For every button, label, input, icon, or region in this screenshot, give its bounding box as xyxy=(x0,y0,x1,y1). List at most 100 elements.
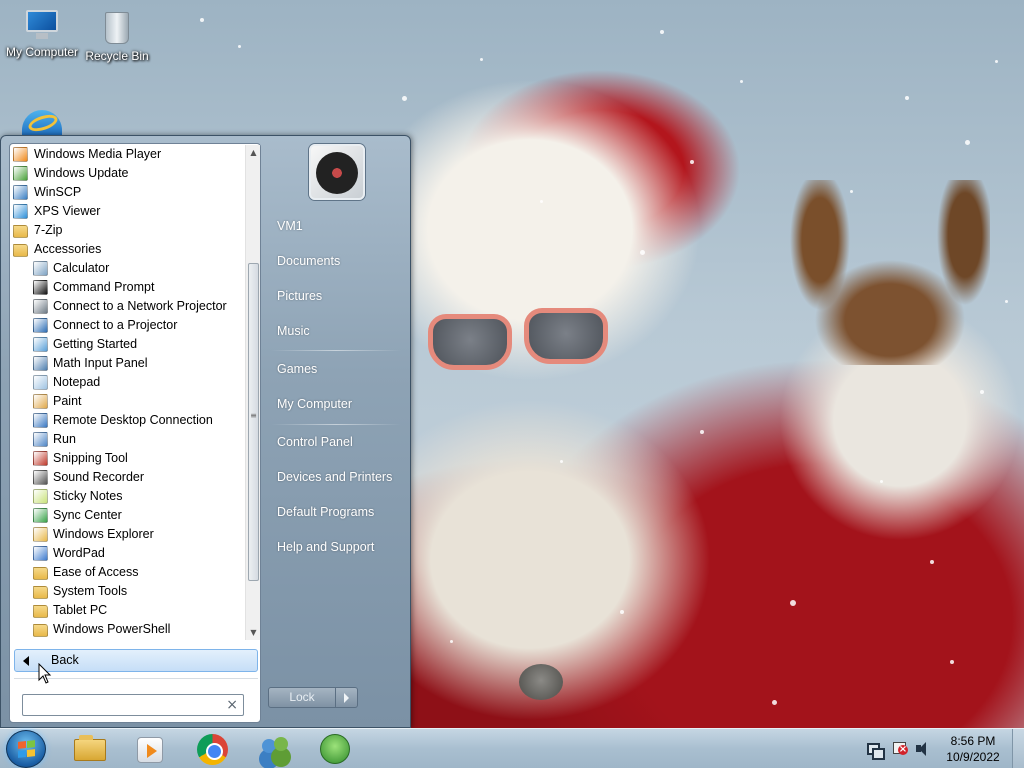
windows-update-taskbar-icon[interactable] xyxy=(318,733,352,765)
program-label: Windows Explorer xyxy=(53,527,154,541)
right-item-user-folder[interactable]: VM1 xyxy=(269,213,403,239)
right-item-devices-printers[interactable]: Devices and Printers xyxy=(269,464,403,490)
list-item[interactable]: Snipping Tool xyxy=(11,449,244,468)
list-item[interactable]: Command Prompt xyxy=(11,278,244,297)
start-button[interactable] xyxy=(6,730,46,768)
run-icon xyxy=(33,432,48,447)
grip-icon: ≡ xyxy=(250,411,257,420)
getting-started-icon xyxy=(33,337,48,352)
list-item[interactable]: Sync Center xyxy=(11,506,244,525)
command-prompt-icon xyxy=(33,280,48,295)
list-item[interactable]: System Tools xyxy=(11,582,244,601)
list-item[interactable]: 7-Zip xyxy=(11,221,244,240)
sunglasses-right-lens xyxy=(524,308,608,364)
people-taskbar-icon[interactable] xyxy=(258,733,292,765)
scroll-thumb[interactable]: ≡ xyxy=(248,263,259,581)
windows-explorer-taskbar-icon[interactable] xyxy=(73,733,107,765)
list-item[interactable]: Paint xyxy=(11,392,244,411)
list-item[interactable]: Sticky Notes xyxy=(11,487,244,506)
list-item[interactable]: Accessories xyxy=(11,240,244,259)
desktop-icon-label: Recycle Bin xyxy=(85,49,149,63)
list-item[interactable]: XPS Viewer xyxy=(11,202,244,221)
list-item[interactable]: Calculator xyxy=(11,259,244,278)
taskbar: 8:56 PM 10/9/2022 xyxy=(0,728,1024,768)
list-item[interactable]: Math Input Panel xyxy=(11,354,244,373)
right-item-games[interactable]: Games xyxy=(269,356,403,382)
search-input[interactable] xyxy=(26,697,222,713)
right-item-pictures[interactable]: Pictures xyxy=(269,283,403,309)
right-item-control-panel[interactable]: Control Panel xyxy=(269,429,403,455)
snowflake xyxy=(880,480,883,483)
recycle-bin-icon xyxy=(102,8,132,46)
program-label: Tablet PC xyxy=(53,603,108,617)
clock[interactable]: 8:56 PM 10/9/2022 xyxy=(940,733,1006,765)
snowflake xyxy=(560,460,563,463)
right-item-documents[interactable]: Documents xyxy=(269,248,403,274)
program-label: WinSCP xyxy=(34,185,82,199)
snowflake xyxy=(772,700,777,705)
volume-icon[interactable] xyxy=(915,741,931,757)
user-picture[interactable] xyxy=(309,144,365,200)
right-item-help-support[interactable]: Help and Support xyxy=(269,534,403,560)
windows-logo-icon xyxy=(18,740,35,758)
snowflake xyxy=(930,560,934,564)
list-item[interactable]: Getting Started xyxy=(11,335,244,354)
program-label: Windows Update xyxy=(34,166,129,180)
network-icon[interactable] xyxy=(866,741,885,760)
list-item[interactable]: Connect to a Network Projector xyxy=(11,297,244,316)
list-item[interactable]: Remote Desktop Connection xyxy=(11,411,244,430)
microphone-icon xyxy=(33,470,48,485)
list-item[interactable]: Windows Explorer xyxy=(11,525,244,544)
action-center-flag-icon[interactable] xyxy=(891,741,908,757)
snowflake xyxy=(950,660,954,664)
clear-search-icon[interactable]: × xyxy=(226,696,238,714)
program-label: Windows PowerShell xyxy=(53,622,171,636)
show-desktop-button[interactable] xyxy=(1012,729,1024,768)
list-item[interactable]: Windows PowerShell xyxy=(11,620,244,639)
program-label: Getting Started xyxy=(53,337,138,351)
list-item[interactable]: Windows Update xyxy=(11,164,244,183)
media-player-taskbar-icon[interactable] xyxy=(134,733,168,765)
right-item-my-computer[interactable]: My Computer xyxy=(269,391,403,417)
program-label: Run xyxy=(53,432,76,446)
search-box[interactable]: × xyxy=(22,694,244,716)
right-item-default-programs[interactable]: Default Programs xyxy=(269,499,403,525)
desktop-icon-recycle-bin[interactable]: Recycle Bin xyxy=(75,8,159,63)
right-item-music[interactable]: Music xyxy=(269,318,403,344)
snowflake xyxy=(690,160,694,164)
folder-icon xyxy=(33,586,48,599)
list-item[interactable]: Ease of Access xyxy=(11,563,244,582)
network-projector-icon xyxy=(33,299,48,314)
list-item[interactable]: WinSCP xyxy=(11,183,244,202)
program-label: Ease of Access xyxy=(53,565,139,579)
chrome-taskbar-icon[interactable] xyxy=(196,733,230,765)
lock-button[interactable]: Lock xyxy=(268,687,336,708)
list-item[interactable]: Tablet PC xyxy=(11,601,244,620)
list-item[interactable]: WordPad xyxy=(11,544,244,563)
snowflake xyxy=(640,250,645,255)
start-menu: Windows Media Player Windows Update WinSCP… xyxy=(0,135,411,728)
back-button-label: Back xyxy=(51,653,79,667)
shutdown-options-arrow-icon[interactable] xyxy=(336,687,358,708)
list-item[interactable]: Notepad xyxy=(11,373,244,392)
glove-hand xyxy=(790,180,990,365)
snowflake xyxy=(540,200,543,203)
xps-viewer-icon xyxy=(13,204,28,219)
clock-time: 8:56 PM xyxy=(950,734,996,748)
turntable-icon xyxy=(316,152,358,194)
scroll-up-arrow-icon[interactable]: ▲ xyxy=(246,145,261,160)
snowflake xyxy=(200,18,204,22)
list-item[interactable]: Run xyxy=(11,430,244,449)
wordpad-icon xyxy=(33,546,48,561)
desktop-icon-my-computer[interactable]: My Computer xyxy=(0,8,84,59)
scroll-down-arrow-icon[interactable]: ▼ xyxy=(246,625,261,640)
program-label: System Tools xyxy=(53,584,128,598)
snowflake xyxy=(402,96,407,101)
desktop-icon-label: My Computer xyxy=(5,45,79,59)
list-item[interactable]: Sound Recorder xyxy=(11,468,244,487)
program-list-scrollbar[interactable]: ▲ ≡ ▼ xyxy=(245,145,260,640)
folder-icon xyxy=(33,624,48,637)
program-label: Sync Center xyxy=(53,508,122,522)
list-item[interactable]: Connect to a Projector xyxy=(11,316,244,335)
list-item[interactable]: Windows Media Player xyxy=(11,145,244,164)
